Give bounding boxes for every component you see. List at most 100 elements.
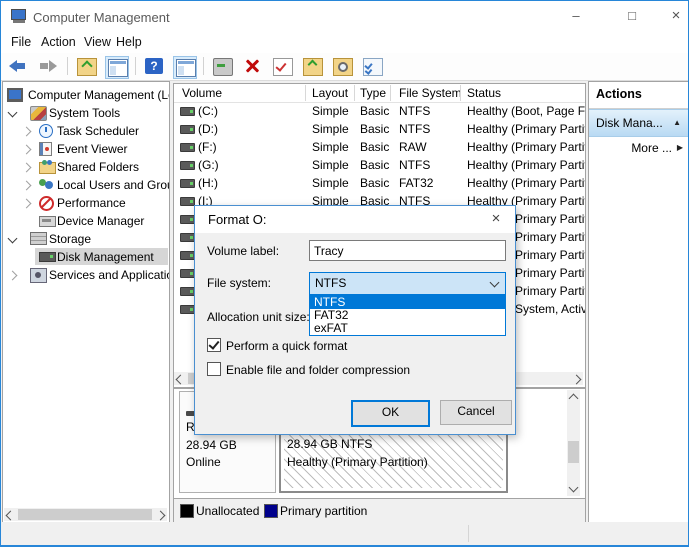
- volume-row[interactable]: (G:) Simple Basic NTFS Healthy (Primary Part…: [174, 156, 585, 174]
- compression-checkbox[interactable]: [207, 362, 221, 376]
- menu-action[interactable]: Action: [41, 35, 76, 49]
- action-pane-icon[interactable]: [176, 59, 196, 77]
- up-folder-icon-slot[interactable]: [301, 56, 323, 77]
- volume-row[interactable]: (H:) Simple Basic FAT32 Healthy (Primary Par…: [174, 174, 585, 192]
- chevron-down-icon[interactable]: [7, 233, 18, 244]
- volume-row[interactable]: (D:) Simple Basic NTFS Healthy (Primary Part…: [174, 120, 585, 138]
- sidebar-item-performance[interactable]: Performance: [3, 194, 169, 212]
- volume-list-header[interactable]: Volume Layout Type File System Status: [174, 84, 585, 103]
- column-separator: [354, 85, 355, 101]
- graph-scroll-thumb[interactable]: [568, 441, 579, 463]
- action-pane-icon-slot[interactable]: [173, 56, 197, 79]
- tree-scroll-thumb[interactable]: [18, 509, 152, 520]
- sidebar-item-system-tools[interactable]: System Tools: [3, 104, 169, 122]
- forward-icon[interactable]: [39, 58, 57, 74]
- properties-icon[interactable]: [273, 58, 293, 76]
- tree-item-label: Disk Management: [57, 250, 154, 264]
- actions-more-item[interactable]: More ... ▶: [589, 136, 688, 160]
- sidebar-item-local-users-and-groups[interactable]: Local Users and Groups: [3, 176, 169, 194]
- dialog-title: Format O:: [208, 212, 267, 227]
- chevron-right-icon[interactable]: [21, 126, 32, 137]
- scroll-left-icon[interactable]: [5, 510, 16, 521]
- menu-file[interactable]: File: [11, 35, 31, 49]
- up-folder-icon[interactable]: [303, 58, 323, 76]
- menu-help[interactable]: Help: [116, 35, 142, 49]
- volume-label-input[interactable]: [309, 240, 506, 261]
- tree-horizontal-scrollbar[interactable]: [4, 508, 167, 521]
- device-icon-slot[interactable]: [211, 56, 233, 77]
- column-header-type[interactable]: Type: [360, 86, 386, 100]
- sidebar-item-task-scheduler[interactable]: Task Scheduler: [3, 122, 169, 140]
- help-icon[interactable]: ?: [145, 58, 163, 74]
- tree-item-label: Device Manager: [57, 214, 145, 228]
- column-header-volume[interactable]: Volume: [182, 86, 222, 100]
- chevron-down-icon[interactable]: [7, 107, 18, 118]
- sidebar-item-disk-management[interactable]: Disk Management: [3, 248, 169, 266]
- cell-type: Basic: [360, 176, 390, 190]
- menu-view[interactable]: View: [84, 35, 111, 49]
- up-level-icon-slot[interactable]: [75, 56, 97, 77]
- scroll-up-icon[interactable]: [568, 393, 579, 404]
- explore-icon[interactable]: [333, 58, 353, 76]
- volume-icon: [180, 161, 195, 170]
- cell-type: Basic: [360, 104, 390, 118]
- column-header-file-system[interactable]: File System: [399, 86, 462, 100]
- chevron-down-icon[interactable]: [489, 277, 500, 288]
- graph-vertical-scrollbar[interactable]: [567, 390, 580, 496]
- tasks-icon-slot[interactable]: [361, 56, 383, 77]
- delete-volume-icon-slot[interactable]: [241, 56, 263, 77]
- column-header-layout[interactable]: Layout: [312, 86, 348, 100]
- cancel-button[interactable]: Cancel: [440, 400, 512, 425]
- chevron-right-icon[interactable]: [21, 144, 32, 155]
- chevron-right-icon[interactable]: [7, 270, 18, 281]
- dialog-close-icon[interactable]: ×: [485, 209, 507, 229]
- tasks-icon[interactable]: [363, 58, 383, 76]
- clock-icon: [39, 124, 53, 138]
- maximize-button[interactable]: □: [619, 7, 645, 25]
- chevron-right-icon[interactable]: [21, 180, 32, 191]
- column-header-status[interactable]: Status: [467, 86, 501, 100]
- sidebar-item-storage[interactable]: Storage: [3, 230, 169, 248]
- console-tree-icon[interactable]: [108, 59, 128, 77]
- back-icon[interactable]: [9, 58, 27, 74]
- sidebar-item-event-viewer[interactable]: Event Viewer: [3, 140, 169, 158]
- format-dialog: Format O: × Volume label: File system: N…: [194, 205, 516, 435]
- tree-item-label: System Tools: [49, 106, 121, 120]
- collapse-icon[interactable]: ▲: [673, 110, 681, 136]
- computer-management-app-icon: [11, 9, 28, 23]
- sidebar-item-device-manager[interactable]: Device Manager: [3, 212, 169, 230]
- console-tree-icon-slot[interactable]: [105, 56, 129, 79]
- legend-label: Unallocated: [196, 504, 260, 518]
- scroll-right-icon[interactable]: [155, 510, 166, 521]
- ok-button[interactable]: OK: [351, 400, 430, 427]
- sidebar-item-services-and-applications[interactable]: Services and Applications: [3, 266, 169, 284]
- dropdown-option-exfat[interactable]: exFAT: [310, 322, 505, 335]
- device-icon[interactable]: [213, 58, 233, 76]
- explore-icon-slot[interactable]: [331, 56, 353, 77]
- scroll-right-icon[interactable]: [571, 374, 582, 385]
- cell-fs: RAW: [399, 140, 427, 154]
- scroll-left-icon[interactable]: [175, 374, 186, 385]
- scroll-down-icon[interactable]: [568, 482, 579, 493]
- cell-volume: (G:): [198, 158, 219, 172]
- cell-layout: Simple: [312, 158, 349, 172]
- volume-row[interactable]: (C:) Simple Basic NTFS Healthy (Boot, Page F…: [174, 102, 585, 120]
- help-icon-slot[interactable]: ?: [143, 56, 165, 77]
- chevron-right-icon[interactable]: [21, 198, 32, 209]
- sidebar-item-computer-management-local[interactable]: Computer Management (Local): [3, 86, 169, 104]
- properties-icon-slot[interactable]: [271, 56, 293, 77]
- file-system-combobox[interactable]: NTFS: [309, 272, 506, 295]
- chevron-right-icon[interactable]: [21, 162, 32, 173]
- legend-swatch-unallocated: [180, 504, 194, 518]
- sidebar-item-shared-folders[interactable]: Shared Folders: [3, 158, 169, 176]
- forward-icon-slot[interactable]: [37, 56, 59, 77]
- delete-volume-icon[interactable]: [243, 58, 261, 74]
- close-button[interactable]: ×: [663, 7, 688, 25]
- volume-row[interactable]: (F:) Simple Basic RAW Healthy (Primary Parti…: [174, 138, 585, 156]
- minimize-button[interactable]: –: [563, 7, 589, 25]
- actions-group-disk-management[interactable]: Disk Mana... ▲: [589, 109, 688, 137]
- quick-format-checkbox[interactable]: [207, 338, 221, 352]
- up-level-icon[interactable]: [77, 58, 97, 76]
- performance-icon: [39, 196, 54, 211]
- back-icon-slot[interactable]: [7, 56, 29, 77]
